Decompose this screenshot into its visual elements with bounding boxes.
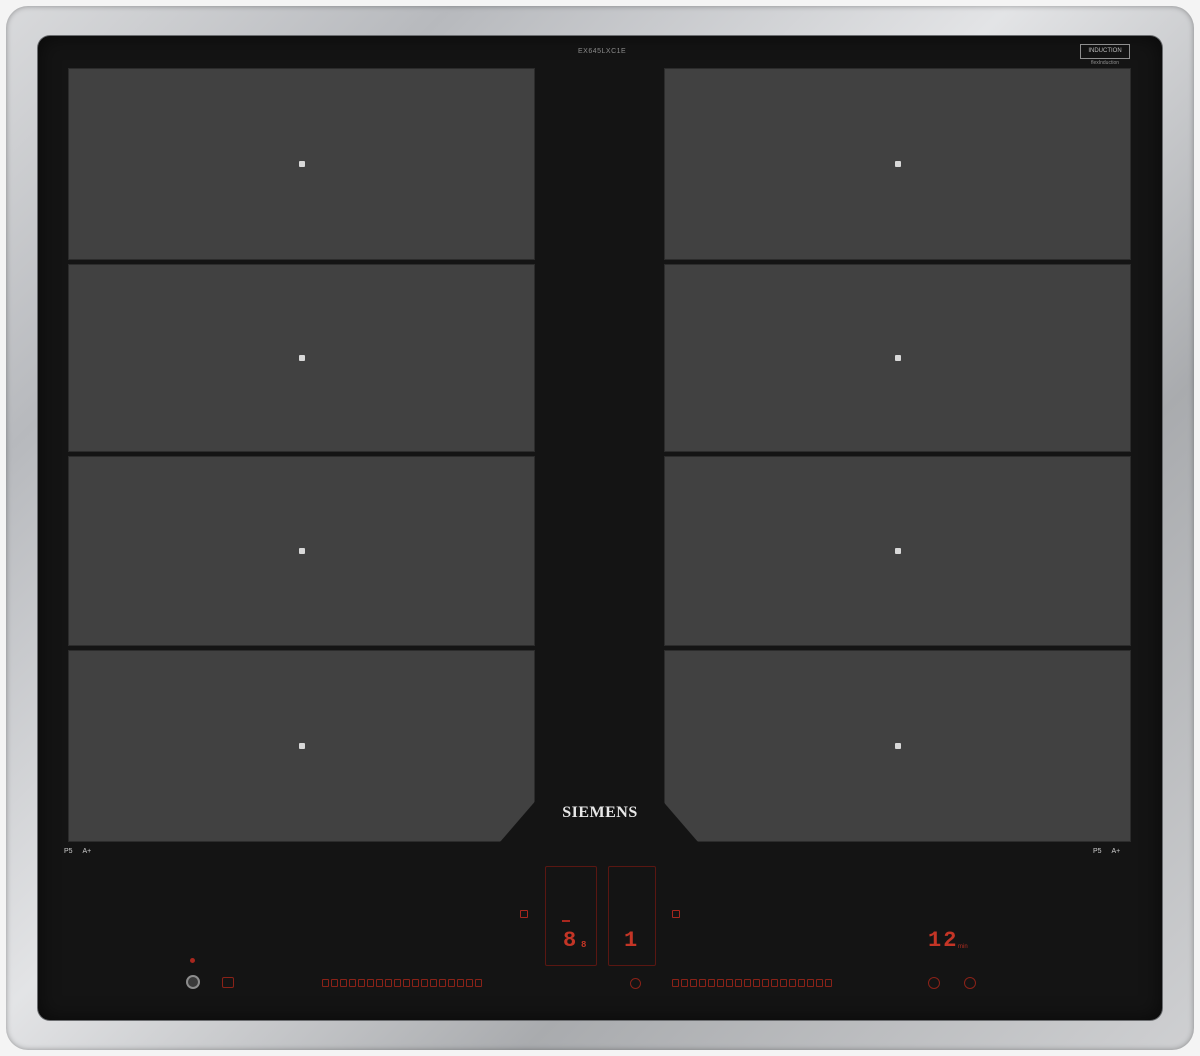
right-slider-segment[interactable] — [690, 979, 697, 987]
zone-marker-icon — [298, 548, 305, 554]
left-slider-segment[interactable] — [322, 979, 329, 987]
cooking-zone-left-4[interactable] — [68, 650, 535, 842]
zone-marker-icon — [298, 743, 305, 749]
right-slider-segment[interactable] — [762, 979, 769, 987]
right-slider-segment[interactable] — [753, 979, 760, 987]
left-slider-segment[interactable] — [475, 979, 482, 987]
right-slider-segment[interactable] — [681, 979, 688, 987]
zone-marker-icon — [298, 355, 305, 361]
zone-label-left-text2: A+ — [82, 848, 92, 855]
right-slider-segment[interactable] — [735, 979, 742, 987]
lock-icon[interactable] — [222, 977, 234, 988]
zone-label-right: P5 A+ — [1093, 848, 1120, 855]
left-zone-power-level: 8 — [563, 928, 577, 953]
left-slider-segment[interactable] — [466, 979, 473, 987]
left-slider-segment[interactable] — [448, 979, 455, 987]
left-slider-segment[interactable] — [367, 979, 374, 987]
right-slider-segment[interactable] — [699, 979, 706, 987]
right-slider-segment[interactable] — [807, 979, 814, 987]
timer-display: 12 — [928, 928, 959, 953]
cooking-zone-left-2[interactable] — [68, 264, 535, 452]
right-zone-indicator — [672, 910, 680, 918]
flex-icon[interactable] — [630, 978, 641, 989]
zone-label-right-text1: P5 — [1093, 848, 1102, 855]
left-zone-indicator — [520, 910, 528, 918]
glass-cooktop-surface — [38, 36, 1162, 1020]
power-icon[interactable] — [186, 975, 200, 989]
right-slider-segment[interactable] — [672, 979, 679, 987]
induction-badge: INDUCTION flexInduction — [1080, 44, 1130, 66]
left-slider-segment[interactable] — [394, 979, 401, 987]
left-slider-segment[interactable] — [349, 979, 356, 987]
zone-marker-icon — [894, 743, 901, 749]
cooking-zone-right-4[interactable] — [664, 650, 1131, 842]
left-slider-segment[interactable] — [412, 979, 419, 987]
left-slider-segment[interactable] — [403, 979, 410, 987]
right-zone-power-level: 1 — [624, 928, 638, 953]
timer-unit: min — [958, 944, 968, 950]
left-slider-segment[interactable] — [376, 979, 383, 987]
left-slider-segment[interactable] — [430, 979, 437, 987]
left-slider-segment[interactable] — [331, 979, 338, 987]
zone-label-left: P5 A+ — [64, 848, 91, 855]
zone-marker-icon — [894, 161, 901, 167]
left-slider-segment[interactable] — [385, 979, 392, 987]
cooking-zone-left-1[interactable] — [68, 68, 535, 260]
left-zone-power-sublevel: 8 — [581, 940, 587, 950]
left-slider-segment[interactable] — [457, 979, 464, 987]
zone-marker-icon — [298, 161, 305, 167]
right-slider-segment[interactable] — [816, 979, 823, 987]
model-code: EX645LXC1E — [578, 48, 627, 55]
induction-badge-subtitle: flexInduction — [1090, 60, 1120, 66]
left-slider-segment[interactable] — [439, 979, 446, 987]
clock-icon[interactable] — [964, 977, 976, 989]
zone-label-left-text1: P5 — [64, 848, 73, 855]
power-indicator-led — [190, 958, 195, 963]
left-display-dot — [562, 920, 570, 922]
left-power-slider[interactable] — [322, 979, 482, 987]
right-power-slider[interactable] — [672, 979, 832, 987]
right-slider-segment[interactable] — [717, 979, 724, 987]
brand-logo: SIEMENS — [562, 804, 638, 821]
cooking-zone-right-3[interactable] — [664, 456, 1131, 646]
right-slider-segment[interactable] — [771, 979, 778, 987]
cooking-zone-left-3[interactable] — [68, 456, 535, 646]
cooking-zone-right-2[interactable] — [664, 264, 1131, 452]
induction-badge-title: INDUCTION — [1080, 44, 1130, 59]
left-slider-segment[interactable] — [340, 979, 347, 987]
zone-label-right-text2: A+ — [1111, 848, 1121, 855]
right-slider-segment[interactable] — [798, 979, 805, 987]
timer-icon[interactable] — [928, 977, 940, 989]
right-slider-segment[interactable] — [825, 979, 832, 987]
right-slider-segment[interactable] — [789, 979, 796, 987]
zone-marker-icon — [894, 548, 901, 554]
left-slider-segment[interactable] — [358, 979, 365, 987]
zone-marker-icon — [894, 355, 901, 361]
right-slider-segment[interactable] — [708, 979, 715, 987]
right-slider-segment[interactable] — [726, 979, 733, 987]
right-slider-segment[interactable] — [780, 979, 787, 987]
left-slider-segment[interactable] — [421, 979, 428, 987]
cooking-zone-right-1[interactable] — [664, 68, 1131, 260]
right-slider-segment[interactable] — [744, 979, 751, 987]
